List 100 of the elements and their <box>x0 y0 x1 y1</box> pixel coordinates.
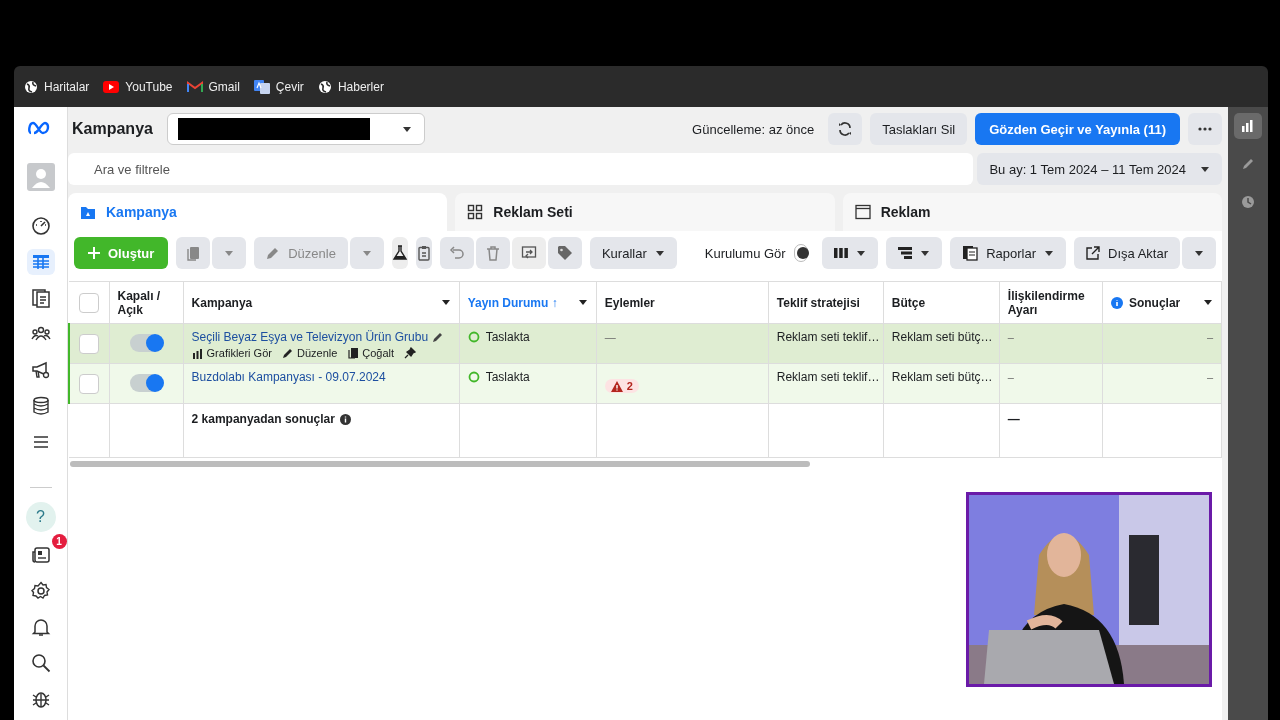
plus-icon <box>88 247 100 259</box>
empty-value: – <box>1007 331 1014 343</box>
export-icon <box>1086 246 1101 260</box>
pencil-icon <box>266 246 281 260</box>
folder-icon <box>80 204 96 220</box>
swap-icon[interactable] <box>511 237 546 269</box>
breakdown-icon <box>898 247 913 259</box>
level-tab[interactable]: Reklam Seti <box>455 193 835 231</box>
play-icon <box>103 80 120 93</box>
caret-icon <box>440 299 451 306</box>
campaign-toggle[interactable] <box>130 334 163 352</box>
caret-icon <box>401 125 412 133</box>
campaign-link[interactable]: Seçili Beyaz Eşya ve Televizyon Ürün Grubu <box>191 330 429 344</box>
export-button[interactable]: Dışa Aktar <box>1074 237 1180 269</box>
level-tab[interactable]: Kampanya <box>68 193 448 231</box>
level-tab[interactable]: Reklam <box>842 193 1222 231</box>
avatar-icon <box>26 163 55 191</box>
info-icon <box>339 413 351 425</box>
publish-button[interactable]: Gözden Geçir ve Yayınla (11) <box>975 113 1180 145</box>
globe-icon <box>317 79 332 94</box>
table-cell: Reklam seti bütç… <box>891 370 993 384</box>
table-row[interactable]: Buzdolabı Kampanyası - 09.07.2024 Taslakta 2 Reklam seti teklif… Reklam seti bütç… – – <box>69 363 1222 404</box>
status-ring-icon <box>467 331 480 343</box>
table-cell: Reklam seti teklif… <box>776 370 880 384</box>
account-dropdown[interactable] <box>166 113 425 145</box>
info-icon <box>1110 296 1123 309</box>
flask-icon[interactable] <box>391 237 408 269</box>
undo-icon[interactable] <box>439 237 474 269</box>
column-header[interactable]: Yayın Durumu ↑ <box>459 281 597 324</box>
reports-icon <box>962 245 979 261</box>
table-row[interactable]: Seçili Beyaz Eşya ve Televizyon Ürün Grubu Grafikleri Gör Düzenle Çoğalt Taslakta — Reklam seti teklif… Reklam seti bütç… – – <box>69 323 1222 364</box>
empty-value: – <box>1206 331 1213 343</box>
setup-label: Kurulumu Gör <box>704 245 786 261</box>
columns-dropdown[interactable] <box>822 237 879 269</box>
breakdown-dropdown[interactable] <box>886 237 943 269</box>
column-header[interactable]: Kapalı / Açık <box>109 281 184 324</box>
pencil-icon <box>281 347 294 359</box>
issue-badge[interactable]: 2 <box>604 379 639 393</box>
globe-icon <box>24 79 38 94</box>
warning-icon <box>610 380 623 392</box>
caret-icon <box>920 249 931 257</box>
caret-icon <box>856 249 867 257</box>
bookmark[interactable]: Haritalar <box>24 79 90 94</box>
column-header[interactable]: Sonuçlar <box>1102 281 1222 324</box>
column-header[interactable]: Teklif stratejisi <box>768 281 884 324</box>
table-icon[interactable] <box>26 249 55 275</box>
delete-drafts-button[interactable]: Taslakları Sil <box>870 113 968 145</box>
bookmark[interactable]: YouTube <box>103 79 173 94</box>
row-checkbox[interactable] <box>79 334 100 354</box>
row-action-link[interactable]: Düzenle <box>281 347 338 359</box>
column-header[interactable]: Kampanya <box>183 281 460 324</box>
empty-value: — <box>604 331 616 343</box>
refresh-icon[interactable] <box>828 113 863 145</box>
pencil-icon[interactable] <box>432 331 445 343</box>
rules-dropdown[interactable]: Kurallar <box>589 237 677 269</box>
pin-icon[interactable] <box>404 347 417 359</box>
duplicate-icon[interactable] <box>176 237 211 269</box>
translate-icon <box>253 79 270 94</box>
scrollbar-thumb[interactable] <box>70 461 810 467</box>
empty-value: — <box>1007 412 1020 426</box>
caret-icon <box>1203 299 1213 306</box>
clipboard-icon[interactable] <box>415 237 432 269</box>
caret-icon <box>654 249 665 257</box>
select-all-checkbox[interactable] <box>78 292 99 313</box>
status-ring-icon <box>467 371 480 383</box>
row-action-link[interactable]: Grafikleri Gör <box>191 347 272 359</box>
row-checkbox[interactable] <box>79 374 100 394</box>
bookmark[interactable]: Gmail <box>186 79 240 94</box>
update-status: Güncelleme: az önce <box>692 121 815 137</box>
empty-value: – <box>1007 371 1014 383</box>
bookmark[interactable]: Çevir <box>253 79 304 94</box>
date-range-dropdown[interactable]: Bu ay: 1 Tem 2024 – 11 Tem 2024 <box>977 153 1222 185</box>
column-header[interactable]: Bütçe <box>883 281 1000 324</box>
row-action-link[interactable]: Çoğalt <box>347 347 395 359</box>
help-button[interactable]: ? <box>25 502 56 532</box>
column-header[interactable]: Eylemler <box>596 281 769 324</box>
duplicate-icon <box>347 347 360 359</box>
caret-icon <box>1200 165 1210 173</box>
search-field[interactable]: Ara ve filtrele <box>68 153 974 185</box>
tag-icon[interactable] <box>547 237 582 269</box>
chart-icon[interactable] <box>1234 113 1262 139</box>
empty-value: – <box>1206 371 1213 383</box>
column-header[interactable]: İlişkilendirme Ayarı <box>999 281 1103 324</box>
bar-chart-icon <box>191 347 204 359</box>
table-cell: Reklam seti teklif… <box>776 330 880 344</box>
trash-icon[interactable] <box>475 237 510 269</box>
table-cell: Reklam seti bütç… <box>891 330 993 344</box>
bookmark[interactable]: Haberler <box>317 79 384 94</box>
campaign-toggle[interactable] <box>130 374 163 392</box>
window-icon <box>854 204 871 220</box>
grid-icon <box>467 204 484 220</box>
status-text: Taslakta <box>485 370 530 384</box>
status-text: Taslakta <box>485 330 530 344</box>
setup-toggle[interactable] <box>793 244 809 262</box>
summary-label: 2 kampanyadan sonuçlar <box>191 412 335 426</box>
caret-icon <box>1044 249 1055 257</box>
caret-icon <box>577 299 588 306</box>
columns-icon <box>834 247 849 259</box>
reports-dropdown[interactable]: Raporlar <box>950 237 1067 269</box>
notification-badge: 1 <box>51 534 67 549</box>
